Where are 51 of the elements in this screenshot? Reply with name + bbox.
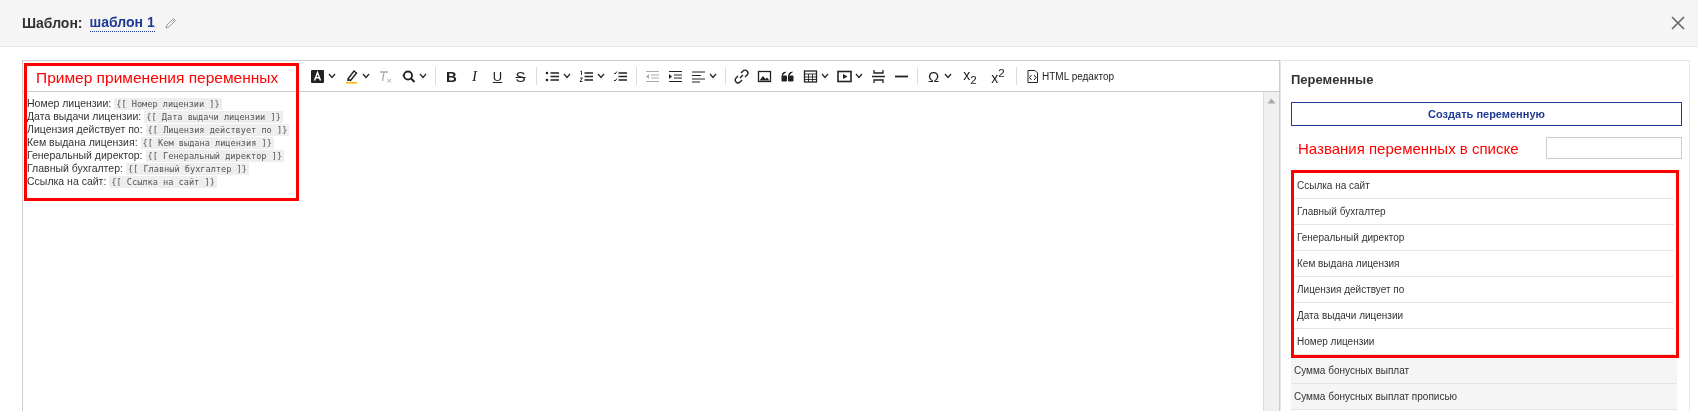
find-icon bbox=[401, 68, 416, 84]
strike-button[interactable]: S bbox=[509, 64, 532, 88]
media-icon bbox=[837, 68, 852, 84]
variable-item[interactable]: Сумма бонусных выплат bbox=[1291, 358, 1677, 384]
variable-label: Лицензия действует по: bbox=[27, 123, 143, 135]
pencil-icon[interactable] bbox=[164, 17, 177, 29]
image-icon bbox=[757, 68, 772, 84]
outdent-icon bbox=[645, 68, 660, 84]
variable-label: Ссылка на сайт: bbox=[27, 175, 107, 187]
variable-label: Дата выдачи лицензии: bbox=[27, 110, 142, 122]
superscript-button[interactable]: x$^{2}$ bbox=[984, 64, 1012, 88]
indent-icon bbox=[668, 68, 683, 84]
quote-icon bbox=[780, 68, 795, 84]
link-icon bbox=[734, 68, 749, 84]
create-variable-button[interactable]: Создать переменную bbox=[1291, 102, 1682, 126]
annotation-text: Названия переменных в списке bbox=[1297, 139, 1519, 157]
variable-token: {[ Лицензия действует по ]} bbox=[145, 123, 290, 136]
bold-button[interactable]: B bbox=[440, 64, 463, 88]
scrollbar[interactable] bbox=[1263, 92, 1279, 411]
variable-label: Кем выдана лицензия: bbox=[27, 136, 138, 148]
underline-button[interactable]: U bbox=[486, 64, 509, 88]
italic-button[interactable]: I bbox=[463, 64, 486, 88]
variable-label: Главный бухгалтер: bbox=[27, 162, 123, 174]
table-icon bbox=[803, 68, 818, 84]
symbol-button[interactable]: Ω bbox=[922, 64, 956, 88]
html-icon bbox=[1025, 68, 1040, 84]
clear-format-icon bbox=[378, 68, 393, 84]
variable-token: {[ Ссылка на сайт ]} bbox=[109, 175, 217, 188]
variable-token: {[ Главный бухгалтер ]} bbox=[125, 162, 249, 175]
subscript-button[interactable]: x$_{2}$ bbox=[956, 64, 984, 88]
close-icon[interactable] bbox=[1670, 15, 1686, 31]
checklist-icon bbox=[613, 68, 628, 84]
highlight-icon bbox=[344, 68, 359, 84]
variable-token: {[ Дата выдачи лицензии ]} bbox=[144, 110, 283, 123]
search-field[interactable] bbox=[1546, 137, 1682, 159]
annotation-text: Пример применения переменных bbox=[35, 68, 279, 88]
hr-icon bbox=[894, 74, 909, 78]
variable-token: {[ Генеральный директор ]} bbox=[145, 149, 285, 162]
page-break-icon bbox=[871, 68, 886, 84]
variable-label: Генеральный директор: bbox=[27, 149, 143, 161]
template-name-link[interactable]: шаблон 1 bbox=[89, 14, 155, 32]
variable-item[interactable]: Сумма бонусных выплат прописью bbox=[1291, 384, 1677, 410]
numbers-icon bbox=[579, 68, 594, 84]
variable-token: {[ Номер лицензии ]} bbox=[114, 97, 222, 110]
variable-token: {[ Кем выдана лицензия ]} bbox=[140, 136, 274, 149]
html-button[interactable]: HTML редактор bbox=[1021, 64, 1118, 88]
font-color-icon bbox=[310, 68, 325, 84]
align-icon bbox=[691, 68, 706, 84]
template-label: Шаблон: bbox=[22, 15, 83, 31]
variable-label: Номер лицензии: bbox=[27, 97, 112, 109]
variables-title: Переменные bbox=[1291, 71, 1375, 89]
